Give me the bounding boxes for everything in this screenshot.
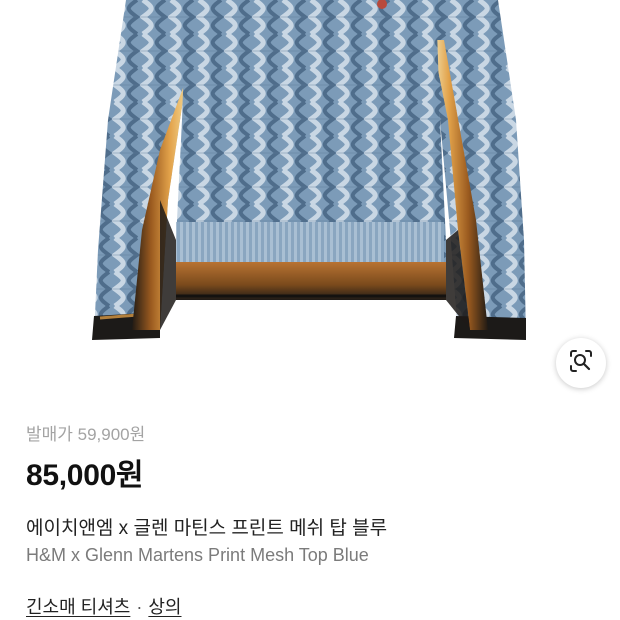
category-link-long-sleeve-tshirts[interactable]: 긴소매 티셔츠	[26, 597, 130, 617]
product-title-korean: 에이치앤엠 x 글렌 마틴스 프린트 메쉬 탑 블루	[26, 518, 388, 539]
category-link-tops[interactable]: 상의	[148, 597, 181, 617]
price: 85,000원	[26, 459, 144, 492]
lens-search-icon	[568, 348, 594, 379]
product-image[interactable]	[0, 0, 620, 392]
release-price: 발매가 59,900원	[26, 425, 146, 444]
sweater-photo	[92, 0, 526, 340]
category-separator: ·	[136, 597, 143, 617]
category-breadcrumb: 긴소매 티셔츠 · 상의	[26, 593, 182, 619]
product-title-english: H&M x Glenn Martens Print Mesh Top Blue	[26, 545, 369, 565]
image-search-button[interactable]	[556, 338, 606, 388]
